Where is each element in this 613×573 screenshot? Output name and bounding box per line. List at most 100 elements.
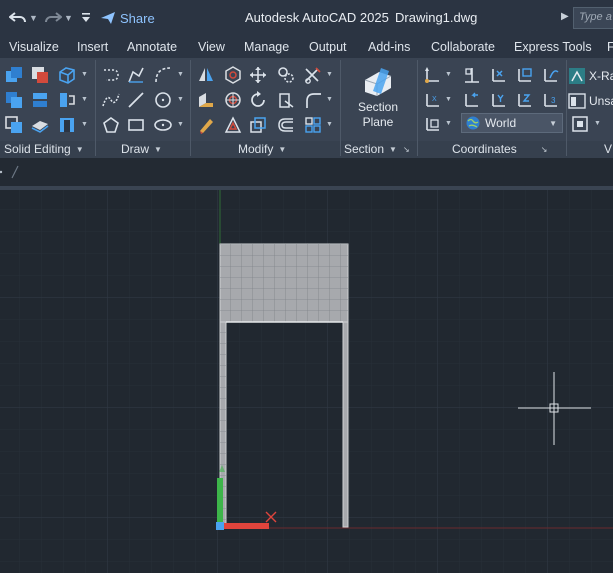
3d-polyline-icon[interactable] xyxy=(127,66,145,84)
tab-collaborate[interactable]: Collaborate xyxy=(431,40,495,54)
customize-icon xyxy=(82,13,90,22)
search-input[interactable]: Type a xyxy=(573,7,613,29)
group-label-modify: Modify xyxy=(238,142,274,156)
move-icon[interactable] xyxy=(249,66,267,84)
chevron-down-icon[interactable]: ▼ xyxy=(177,71,184,78)
group-coordinates[interactable]: Coordinates ↘ xyxy=(452,141,547,157)
offset-icon[interactable] xyxy=(224,116,242,134)
erase-icon[interactable] xyxy=(197,116,215,134)
autocad-window: ▼ ▼ Share Autodesk AutoCAD 2025 Drawing1… xyxy=(0,0,613,573)
3d-rotate-icon[interactable] xyxy=(224,66,242,84)
chevron-down-icon: ▼ xyxy=(549,118,557,128)
chevron-down-icon[interactable]: ▼ xyxy=(445,71,452,78)
ucs-z-icon[interactable] xyxy=(516,91,534,109)
ucs-world-icon[interactable] xyxy=(516,66,534,84)
group-view-partial[interactable]: V xyxy=(604,141,612,157)
group-section[interactable]: Section ▼ ↘ xyxy=(344,141,410,157)
extrude-faces-icon[interactable] xyxy=(58,66,76,84)
xref-button[interactable]: X-Ra xyxy=(568,66,613,86)
ucs-named-icon[interactable] xyxy=(463,66,481,84)
copy-icon[interactable] xyxy=(277,66,295,84)
3d-align-icon[interactable] xyxy=(197,91,215,109)
mirror-icon[interactable] xyxy=(197,66,215,84)
zoom-extents-icon[interactable] xyxy=(571,115,589,133)
fillet-icon[interactable] xyxy=(304,91,322,109)
rotate-icon[interactable] xyxy=(249,91,267,109)
tab-add-ins[interactable]: Add-ins xyxy=(368,40,410,54)
helix-icon[interactable] xyxy=(154,66,172,84)
chevron-down-icon[interactable]: ▼ xyxy=(594,120,601,127)
model-space[interactable] xyxy=(0,190,613,573)
ellipse-icon[interactable] xyxy=(154,116,172,134)
tab-output[interactable]: Output xyxy=(309,40,347,54)
right-leg[interactable] xyxy=(342,321,349,528)
ucs-y-icon[interactable] xyxy=(490,91,508,109)
tab-view[interactable]: View xyxy=(198,40,225,54)
svg-text:3: 3 xyxy=(551,96,556,105)
chevron-down-icon[interactable]: ▼ xyxy=(177,121,184,128)
ucs-icon[interactable] xyxy=(424,66,442,84)
circle-icon[interactable] xyxy=(154,91,172,109)
chevron-down-icon[interactable]: ▼ xyxy=(326,96,333,103)
interfere-icon[interactable] xyxy=(5,116,23,134)
xref-label: X-Ra xyxy=(589,69,613,83)
tab-insert[interactable]: Insert xyxy=(77,40,108,54)
chevron-down-icon[interactable]: ▼ xyxy=(81,71,88,78)
unsaved-view-button[interactable]: Unsa xyxy=(568,91,613,111)
separate-icon[interactable] xyxy=(58,91,76,109)
ucs-x-icon[interactable] xyxy=(490,66,508,84)
redo-button[interactable]: ▼ xyxy=(44,8,73,28)
chevron-down-icon[interactable]: ▼ xyxy=(445,120,452,127)
chevron-down-icon[interactable]: ▼ xyxy=(326,121,333,128)
subtract-icon[interactable] xyxy=(31,66,49,84)
ucs-origin-icon[interactable]: X xyxy=(424,91,442,109)
ucs-3point-icon[interactable]: 3 xyxy=(542,91,560,109)
chevron-down-icon[interactable]: ▼ xyxy=(326,71,333,78)
group-separator xyxy=(95,60,96,156)
polyline-icon[interactable] xyxy=(102,66,120,84)
customize-toolbar-button[interactable] xyxy=(81,8,91,28)
dialog-launcher-icon: ↘ xyxy=(402,144,410,154)
group-label-coordinates: Coordinates xyxy=(452,142,517,156)
ucs-world-select[interactable]: World ▼ xyxy=(461,113,563,133)
trim-icon[interactable] xyxy=(304,66,322,84)
ucs-view-icon[interactable] xyxy=(542,66,560,84)
chevron-down-icon[interactable]: ▼ xyxy=(81,121,88,128)
view-manager-icon xyxy=(568,93,586,109)
tab-express-tools[interactable]: Express Tools xyxy=(514,40,592,54)
drawing-canvas[interactable] xyxy=(0,190,613,573)
redo-icon xyxy=(45,12,62,23)
scale-icon[interactable] xyxy=(249,116,267,134)
chevron-down-icon[interactable]: ▼ xyxy=(445,96,452,103)
chevron-down-icon[interactable]: ▼ xyxy=(81,96,88,103)
tab-annotate[interactable]: Annotate xyxy=(127,40,177,54)
file-tab-divider-icon xyxy=(0,165,19,179)
chevron-right-icon[interactable]: ▶ xyxy=(561,11,569,22)
rectangle-icon[interactable] xyxy=(127,116,145,134)
shell-icon[interactable] xyxy=(58,116,76,134)
ucs-previous-icon[interactable] xyxy=(463,91,481,109)
tab-manage[interactable]: Manage xyxy=(244,40,289,54)
slice-icon[interactable] xyxy=(31,91,49,109)
polygon-icon[interactable] xyxy=(102,116,120,134)
intersect-icon[interactable] xyxy=(5,91,23,109)
section-plane-button[interactable]: Section Plane xyxy=(350,62,406,138)
line-icon[interactable] xyxy=(127,91,145,109)
tab-partial[interactable]: F xyxy=(607,40,613,54)
chevron-down-icon[interactable]: ▼ xyxy=(177,96,184,103)
group-solid-editing[interactable]: Solid Editing ▼ xyxy=(4,141,84,157)
group-modify[interactable]: Modify ▼ xyxy=(238,141,286,157)
spline-icon[interactable] xyxy=(102,91,120,109)
share-button[interactable]: Share xyxy=(100,8,155,28)
document-title: Drawing1.dwg xyxy=(395,10,478,25)
thicken-icon[interactable] xyxy=(31,116,49,134)
rectangular-array-icon[interactable] xyxy=(304,116,322,134)
3d-array-icon[interactable] xyxy=(224,91,242,109)
union-icon[interactable] xyxy=(5,66,23,84)
ucs-object-icon[interactable] xyxy=(424,115,442,133)
group-draw[interactable]: Draw ▼ xyxy=(121,141,162,157)
offset-curves-icon[interactable] xyxy=(277,116,295,134)
tab-visualize[interactable]: Visualize xyxy=(9,40,59,54)
stretch-icon[interactable] xyxy=(277,91,295,109)
undo-button[interactable]: ▼ xyxy=(9,8,38,28)
